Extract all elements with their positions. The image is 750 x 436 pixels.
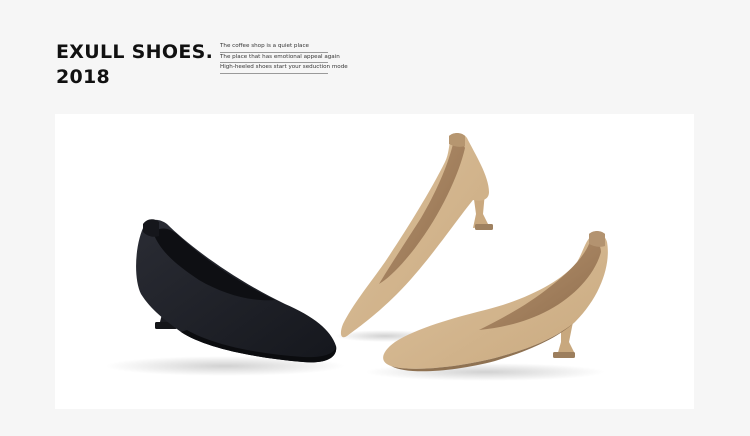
tagline-1: The coffee shop is a quiet place [220,42,328,53]
tagline-3: High-heeled shoes start your seduction m… [220,63,348,74]
beige-pump-back [340,133,493,338]
product-photo [55,114,694,409]
pumps-illustration [105,133,608,381]
black-pump [136,219,337,363]
brand-block: EXULL SHOES. 2018 [56,40,216,90]
brand-title-line-1: EXULL SHOES. [56,41,214,63]
tagline-list: The coffee shop is a quiet place The pla… [220,42,348,74]
tagline-2: The place that has emotional appeal agai… [220,53,340,64]
brand-title-line-2: 2018 [56,66,111,88]
